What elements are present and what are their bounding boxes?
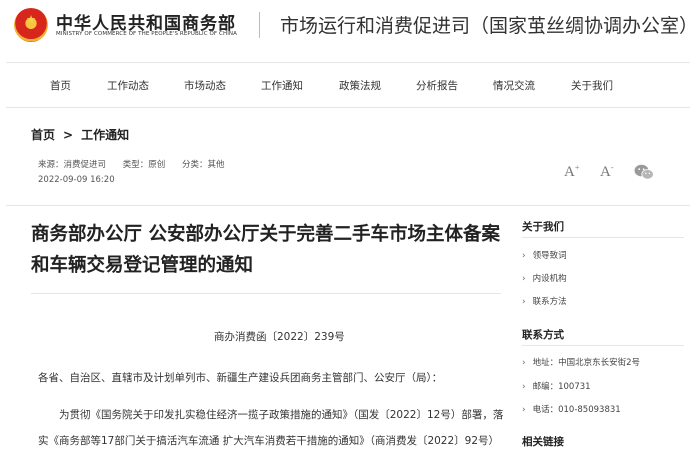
document-number: 商办消费函〔2022〕239号 (214, 331, 345, 343)
sidebar-divider (522, 237, 684, 238)
head-divider (6, 205, 690, 206)
sidebar-about-title: 关于我们 (522, 221, 564, 233)
breadcrumb-current[interactable]: 工作通知 (81, 128, 129, 142)
title-divider (31, 293, 501, 294)
sidebar-item-departments[interactable]: › 内设机构 (522, 272, 567, 284)
contact-label: 邮编：100731 (532, 382, 591, 392)
nav-item-policies[interactable]: 政策法规 (339, 78, 381, 93)
chevron-right-icon: › (522, 274, 526, 284)
sidebar-divider (522, 345, 684, 346)
header-divider (259, 12, 260, 38)
sidebar-item-contact-methods[interactable]: › 联系方法 (522, 295, 567, 307)
article-title: 商务部办公厅 公安部办公厅关于完善二手车市场主体备案和车辆交易登记管理的通知 (31, 224, 500, 276)
chevron-right-icon: › (522, 382, 526, 392)
chevron-right-icon: › (522, 297, 526, 307)
sidebar-item-label: 内设机构 (532, 274, 567, 284)
chevron-right-icon: › (522, 251, 526, 261)
breadcrumb-separator: > (63, 128, 74, 142)
department-title[interactable]: 市场运行和消费促进司（国家茧丝绸协调办公室） (280, 11, 690, 38)
sidebar-item-leader-speech[interactable]: › 领导致词 (522, 249, 567, 261)
font-plus-sign: + (574, 163, 580, 172)
breadcrumb-home[interactable]: 首页 (31, 128, 55, 142)
body-paragraph-line: 为贯彻《国务院关于印发扎实稳住经济一揽子政策措施的通知》（国发〔2022〕12号… (59, 409, 504, 421)
chevron-right-icon: › (522, 358, 526, 368)
nav-item-reports[interactable]: 分析报告 (416, 78, 458, 93)
contact-address: › 地址：中国北京东长安街2号 (522, 356, 640, 368)
font-larger-label: A (564, 164, 575, 180)
contact-phone: › 电话：010-85093831 (522, 403, 621, 415)
sidebar-item-label: 领导致词 (532, 251, 567, 261)
contact-label: 电话：010-85093831 (532, 405, 621, 415)
ministry-name-en: MINISTRY OF COMMERCE OF THE PEOPLE'S REP… (56, 31, 238, 37)
nav-item-work-news[interactable]: 工作动态 (107, 78, 149, 93)
meta-category: 分类：其他 (181, 160, 225, 170)
wechat-icon[interactable] (634, 164, 654, 180)
font-smaller-button[interactable]: A- (600, 163, 614, 181)
meta-source: 来源：消费促进司 (38, 160, 107, 170)
body-paragraph-line: 实《商务部等17部门关于搞活汽车流通 扩大汽车消费若干措施的通知》（商消费发〔2… (38, 435, 500, 447)
meta-date: 2022-09-09 16:20 (38, 175, 115, 185)
site-header: ★ 中华人民共和国商务部 MINISTRY OF COMMERCE OF THE… (0, 0, 690, 52)
nav-item-about[interactable]: 关于我们 (571, 78, 613, 93)
contact-label: 地址：中国北京东长安街2号 (532, 358, 641, 368)
sidebar-contact-title: 联系方式 (522, 329, 564, 341)
font-larger-button[interactable]: A+ (564, 163, 579, 181)
nav-item-market-news[interactable]: 市场动态 (184, 78, 226, 93)
font-minus-sign: - (610, 163, 614, 172)
nav-item-home[interactable]: 首页 (50, 78, 71, 93)
main-nav: 首页 工作动态 市场动态 工作通知 政策法规 分析报告 情况交流 关于我们 (6, 62, 690, 108)
chevron-right-icon: › (522, 405, 526, 415)
font-smaller-label: A (600, 164, 611, 180)
national-emblem-icon[interactable]: ★ (14, 8, 48, 42)
sidebar-item-label: 联系方法 (532, 297, 567, 307)
article-meta: 来源：消费促进司 类型：原创 分类：其他 (38, 158, 238, 170)
breadcrumb: 首页 > 工作通知 (31, 126, 129, 143)
meta-type: 类型：原创 (122, 160, 166, 170)
addressee: 各省、自治区、直辖市及计划单列市、新疆生产建设兵团商务主管部门、公安厅（局）： (38, 372, 443, 384)
contact-postcode: › 邮编：100731 (522, 380, 591, 392)
sidebar-links-title: 相关链接 (522, 436, 564, 448)
nav-item-work-notices[interactable]: 工作通知 (261, 78, 303, 93)
nav-item-exchange[interactable]: 情况交流 (493, 78, 535, 93)
